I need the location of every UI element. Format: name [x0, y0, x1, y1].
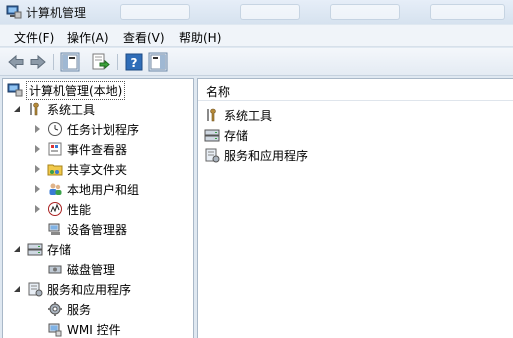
tree-node-label: 任务计划程序	[67, 122, 140, 137]
performance-icon	[48, 202, 62, 216]
tree-node-local-users-groups[interactable]: 本地用户和组	[33, 180, 139, 198]
tree-node-label: 计算机管理(本地)	[25, 80, 126, 100]
toolbar-separator	[117, 54, 118, 70]
menu-action[interactable]: 操作(A)	[67, 29, 109, 46]
users-icon	[49, 183, 62, 195]
window-title: 计算机管理	[26, 6, 87, 20]
shared-folder-icon	[47, 164, 63, 176]
blurred-taskbar-item	[430, 4, 505, 20]
computer-management-icon	[6, 5, 22, 19]
expand-arrow-icon[interactable]	[33, 184, 43, 194]
show-hide-tree-icon[interactable]	[60, 52, 80, 72]
tree-node-label: 系统工具	[47, 102, 96, 117]
computer-management-icon	[7, 83, 23, 97]
tree-node-services[interactable]: 服务	[47, 300, 91, 318]
menu-help[interactable]: 帮助(H)	[179, 29, 221, 46]
tree-node-label: WMI 控件	[67, 322, 121, 337]
column-header-name[interactable]: 名称	[198, 79, 513, 101]
show-hide-action-pane-icon[interactable]	[148, 52, 168, 72]
tree-node-label: 共享文件夹	[67, 162, 128, 177]
list-item-label: 服务和应用程序	[224, 148, 309, 163]
tree-node-label: 性能	[67, 202, 92, 217]
blurred-taskbar-item	[120, 4, 190, 20]
tree-node-root[interactable]: 计算机管理(本地)	[7, 80, 126, 100]
tree-node-event-viewer[interactable]: 事件查看器	[33, 140, 127, 158]
list-item[interactable]: 存储	[204, 126, 248, 144]
storage-icon	[204, 129, 220, 142]
expand-arrow-icon[interactable]	[13, 284, 23, 294]
tree-node-services-apps[interactable]: 服务和应用程序	[13, 280, 131, 298]
menu-view[interactable]: 查看(V)	[123, 29, 165, 46]
export-list-icon[interactable]	[90, 52, 110, 72]
menu-file[interactable]: 文件(F)	[14, 29, 54, 46]
svg-text:?: ?	[131, 56, 138, 70]
list-item-label: 系统工具	[224, 108, 273, 123]
list-item-label: 存储	[224, 128, 249, 143]
details-pane[interactable]: 名称 系统工具 存储 服务和应用程序	[197, 78, 513, 338]
expand-arrow-icon[interactable]	[33, 164, 43, 174]
tree-node-performance[interactable]: 性能	[33, 200, 91, 218]
expand-arrow-icon[interactable]	[33, 124, 43, 134]
back-icon[interactable]	[6, 52, 26, 72]
tree-node-shared-folders[interactable]: 共享文件夹	[33, 160, 127, 178]
expand-arrow-icon[interactable]	[13, 104, 23, 114]
tree-node-task-scheduler[interactable]: 任务计划程序	[33, 120, 139, 138]
tree-node-label: 存储	[47, 242, 72, 257]
tree-node-wmi-control[interactable]: WMI 控件	[47, 320, 121, 338]
list-item[interactable]: 系统工具	[204, 106, 272, 124]
services-apps-icon	[28, 282, 43, 297]
tree-node-storage[interactable]: 存储	[13, 240, 71, 258]
event-log-icon	[48, 142, 62, 156]
title-bar: 计算机管理	[0, 0, 513, 24]
tree-node-system-tools[interactable]: 系统工具	[13, 100, 95, 118]
tree-node-label: 磁盘管理	[67, 262, 116, 277]
wmi-control-icon	[48, 323, 62, 337]
device-manager-icon	[48, 223, 60, 235]
tree-node-device-manager[interactable]: 设备管理器	[47, 220, 127, 238]
tree-node-label: 服务	[67, 302, 92, 317]
storage-icon	[27, 243, 43, 256]
toolbar-separator	[53, 54, 54, 70]
tree-node-label: 服务和应用程序	[47, 282, 132, 297]
navigation-tree[interactable]: 计算机管理(本地) 系统工具 任务计划程序 事件查看器 共享文件夹 本地用户和组…	[2, 78, 194, 338]
list-item[interactable]: 服务和应用程序	[204, 146, 308, 164]
menu-bar: 文件(F) 操作(A) 查看(V) 帮助(H)	[0, 25, 513, 47]
blurred-taskbar-item	[330, 4, 400, 20]
blurred-taskbar-item	[240, 4, 300, 20]
tree-node-label: 本地用户和组	[67, 182, 140, 197]
expand-arrow-icon[interactable]	[33, 204, 43, 214]
expand-arrow-icon[interactable]	[33, 144, 43, 154]
tree-node-disk-management[interactable]: 磁盘管理	[47, 260, 115, 278]
tree-node-label: 设备管理器	[67, 222, 128, 237]
expand-arrow-icon[interactable]	[13, 244, 23, 254]
tree-node-label: 事件查看器	[67, 142, 128, 157]
help-icon[interactable]: ?	[124, 52, 144, 72]
clock-icon	[48, 122, 62, 136]
gear-icon	[48, 302, 62, 316]
forward-icon[interactable]	[28, 52, 48, 72]
services-apps-icon	[205, 148, 220, 163]
tools-icon	[30, 102, 39, 116]
column-header-label: 名称	[206, 85, 231, 99]
toolbar: ?	[0, 48, 513, 76]
disk-icon	[48, 265, 62, 274]
tools-icon	[207, 108, 216, 122]
